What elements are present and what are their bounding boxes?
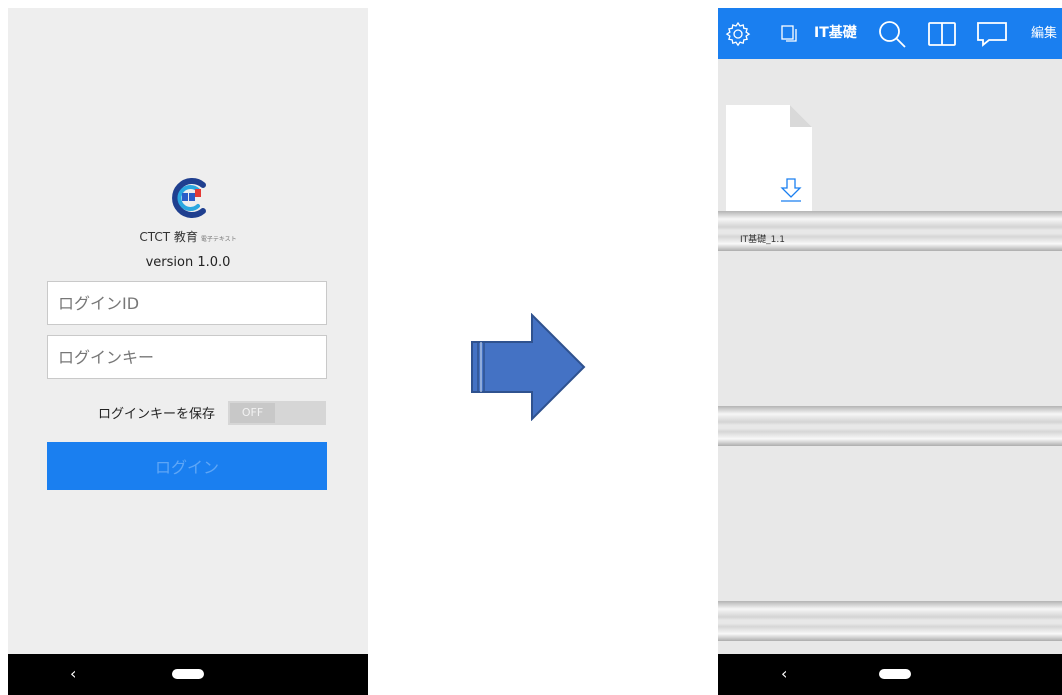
settings-icon[interactable]	[722, 8, 754, 59]
login-button[interactable]: ログイン	[47, 442, 327, 490]
home-icon[interactable]	[879, 669, 911, 679]
version-label: version 1.0.0	[145, 255, 231, 270]
login-screen: CTCT 教育電子テキスト version 1.0.0 ログインキーを保存 OF…	[8, 8, 368, 654]
toggle-state: OFF	[230, 403, 275, 423]
shelf-plank	[718, 211, 1062, 251]
shelf-plank	[718, 406, 1062, 446]
back-icon[interactable]: ‹	[70, 664, 76, 683]
edit-button[interactable]: 編集	[1031, 8, 1057, 59]
login-key-input[interactable]	[47, 335, 327, 379]
comment-icon[interactable]	[974, 8, 1010, 59]
brand-subtitle: 電子テキスト	[200, 236, 237, 243]
save-key-label: ログインキーを保存	[98, 407, 216, 422]
copy-icon[interactable]	[776, 8, 804, 59]
system-nav-bar: ‹	[718, 654, 1062, 695]
brand-text: CTCT 教育 電子テキスト	[8, 228, 368, 245]
back-icon[interactable]: ‹	[781, 664, 787, 683]
save-key-toggle[interactable]: OFF	[228, 401, 326, 425]
shelf-title: IT基礎	[814, 25, 857, 41]
shelf-plank	[718, 601, 1062, 641]
login-id-input[interactable]	[47, 281, 327, 325]
home-icon[interactable]	[172, 669, 204, 679]
book-title: IT基礎_1.1	[740, 235, 785, 245]
transition-arrow	[470, 312, 588, 422]
download-icon[interactable]	[780, 177, 802, 207]
toolbar: IT基礎 編集	[718, 8, 1062, 59]
book-item[interactable]	[726, 105, 812, 215]
bookshelf-area: IT基礎_1.1	[718, 59, 1062, 654]
app-logo	[167, 176, 211, 220]
system-nav-bar: ‹	[8, 654, 368, 695]
login-phone: CTCT 教育電子テキスト version 1.0.0 ログインキーを保存 OF…	[8, 8, 368, 695]
bookshelf-phone: IT基礎 編集 IT基礎_1.1 ‹	[718, 8, 1062, 695]
brand-name: CTCT 教育	[139, 230, 198, 244]
search-icon[interactable]	[874, 8, 910, 59]
book-icon[interactable]	[924, 8, 960, 59]
